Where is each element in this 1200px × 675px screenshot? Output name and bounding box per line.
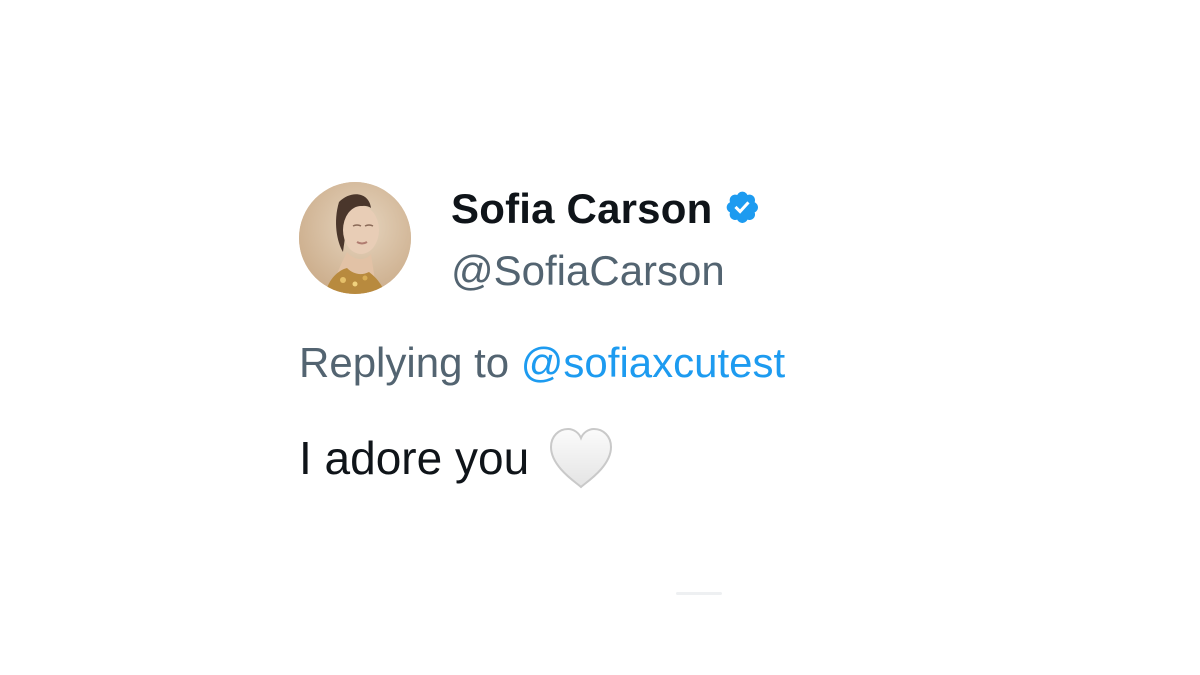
- reply-handle-link[interactable]: @sofiaxcutest: [521, 339, 785, 386]
- tweet-card: Sofia Carson @SofiaCarson Replying to @s…: [299, 182, 939, 491]
- tweet-body: I adore you: [299, 425, 939, 491]
- display-name[interactable]: Sofia Carson: [451, 185, 712, 233]
- tweet-header: Sofia Carson @SofiaCarson: [299, 182, 939, 296]
- replying-to: Replying to @sofiaxcutest: [299, 337, 939, 389]
- reply-prefix: Replying to: [299, 339, 510, 386]
- divider: [676, 592, 722, 595]
- white-heart-icon: [547, 425, 615, 491]
- avatar-photo-icon: [299, 182, 411, 294]
- author-info: Sofia Carson @SofiaCarson: [451, 184, 764, 296]
- verified-badge-icon[interactable]: [724, 189, 764, 229]
- tweet-text: I adore you: [299, 432, 530, 484]
- tweet-screenshot: Sofia Carson @SofiaCarson Replying to @s…: [0, 0, 1200, 675]
- avatar[interactable]: [299, 182, 411, 294]
- name-row: Sofia Carson: [451, 184, 764, 234]
- user-handle[interactable]: @SofiaCarson: [451, 246, 764, 296]
